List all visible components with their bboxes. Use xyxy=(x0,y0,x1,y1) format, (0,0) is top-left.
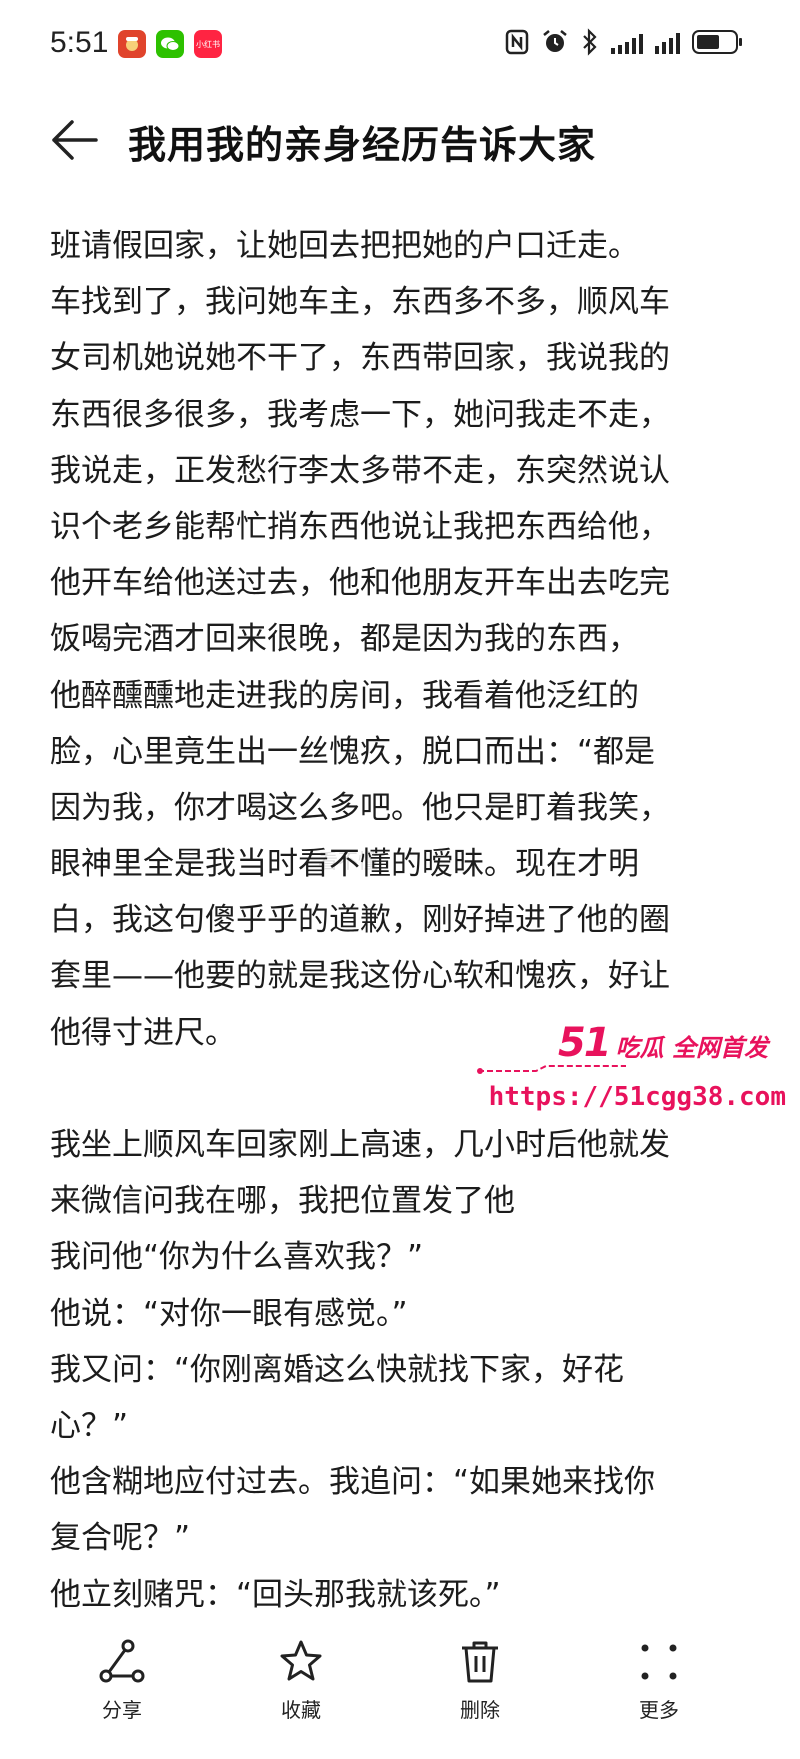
article-line: 他含糊地应付过去。我追问：“如果她来找你 xyxy=(50,1464,656,1501)
share-button[interactable]: 分享 xyxy=(62,1638,182,1723)
battery-icon xyxy=(692,30,742,54)
header: 我用我的亲身经历告诉大家 xyxy=(0,100,800,180)
article-line: 我又问：“你刚离婚这么快就找下家，好花 xyxy=(50,1351,625,1388)
bottom-toolbar: 分享 收藏 删除 更多 xyxy=(0,1630,800,1759)
share-label: 分享 xyxy=(102,1698,142,1722)
article-line: 来微信问我在哪，我把位置发了他 xyxy=(50,1183,515,1220)
article-line: 眼神里全是我当时看不懂的暧昧。现在才明 xyxy=(50,846,639,883)
article-line: 我问他“你为什么喜欢我？” xyxy=(50,1239,424,1276)
article-line: 他立刻赌咒：“回头那我就该死。” xyxy=(50,1576,501,1613)
wechat-icon xyxy=(156,30,184,58)
article-line: 他开车给他送过去，他和他朋友开车出去吃完 xyxy=(50,565,670,602)
article-line: 脸，心里竟生出一丝愧疚，脱口而出：“都是 xyxy=(50,733,656,770)
article-body: 班请假回家，让她回去把把她的户口迁走。 车找到了，我问她车主，东西多不多，顺风车女… xyxy=(50,218,750,1623)
delete-button[interactable]: 删除 xyxy=(420,1638,540,1723)
share-icon xyxy=(99,1639,145,1683)
site-watermark: 51 吃瓜 全网首发 https://51cgg38.com xyxy=(476,1020,786,1140)
watermark-url: https://51cgg38.com xyxy=(488,1082,786,1112)
article-line: 心？” xyxy=(50,1407,129,1444)
article-line: 我说走，正发愁行李太多带不走，东突然说认 xyxy=(50,452,670,489)
more-icon xyxy=(641,1644,677,1680)
watermark-decoration xyxy=(477,1065,626,1074)
back-arrow-icon xyxy=(52,120,98,160)
favorite-button[interactable]: 收藏 xyxy=(241,1638,361,1723)
article-line: 白，我这句傻乎乎的道歉，刚好掉进了他的圈 xyxy=(50,902,670,939)
article-line: 班请假回家，让她回去把把她的户口迁走。 xyxy=(50,228,639,264)
status-bar: 5:51 小红书 xyxy=(0,0,800,90)
delete-label: 删除 xyxy=(460,1698,500,1722)
article-line: 因为我，你才喝这么多吧。他只是盯着我笑， xyxy=(50,789,670,826)
status-time: 5:51 xyxy=(50,26,109,59)
trash-icon xyxy=(462,1641,498,1683)
more-label: 更多 xyxy=(639,1698,679,1722)
star-icon xyxy=(280,1640,322,1681)
app-icon-red xyxy=(118,30,146,58)
nfc-icon xyxy=(505,29,529,55)
page-title: 我用我的亲身经历告诉大家 xyxy=(128,123,597,167)
app-notification-icons: 小红书 xyxy=(118,30,222,58)
article-line: 他醉醺醺地走进我的房间，我看着他泛红的 xyxy=(50,677,639,714)
article-line: 饭喝完酒才回来很晚，都是因为我的东西， xyxy=(50,621,639,658)
article-line: 复合呢？” xyxy=(50,1520,191,1557)
signal-icon xyxy=(611,30,643,54)
alarm-icon xyxy=(543,30,567,52)
article-line: 女司机她说她不干了，东西带回家，我说我的 xyxy=(50,340,670,377)
bluetooth-icon xyxy=(583,28,597,56)
status-icons xyxy=(505,28,742,56)
article-line: 他说：“对你一眼有感觉。” xyxy=(50,1295,408,1332)
back-button[interactable] xyxy=(50,118,100,162)
watermark-number: 51 xyxy=(557,1020,612,1066)
signal-icon-2 xyxy=(655,30,680,54)
more-button[interactable]: 更多 xyxy=(599,1638,719,1723)
article-line: 车找到了，我问她车主，东西多不多，顺风车 xyxy=(50,284,670,321)
article-line: 套里——他要的就是我这份心软和愧疚，好让 xyxy=(50,958,670,995)
article-line: 东西很多很多，我考虑一下，她问我走不走， xyxy=(50,396,670,433)
watermark-brand-text: 吃瓜 全网首发 xyxy=(615,1034,768,1062)
app-icon-xiaohongshu: 小红书 xyxy=(194,30,222,58)
favorite-label: 收藏 xyxy=(281,1698,321,1722)
battery-fill xyxy=(697,35,719,49)
faint-watermark: 看不懂 xyxy=(318,849,378,873)
xiaohongshu-label: 小红书 xyxy=(196,39,220,49)
watermark-brand: 51 吃瓜 全网首发 xyxy=(558,1020,768,1066)
article-line: 识个老乡能帮忙捎东西他说让我把东西给他， xyxy=(50,508,670,545)
